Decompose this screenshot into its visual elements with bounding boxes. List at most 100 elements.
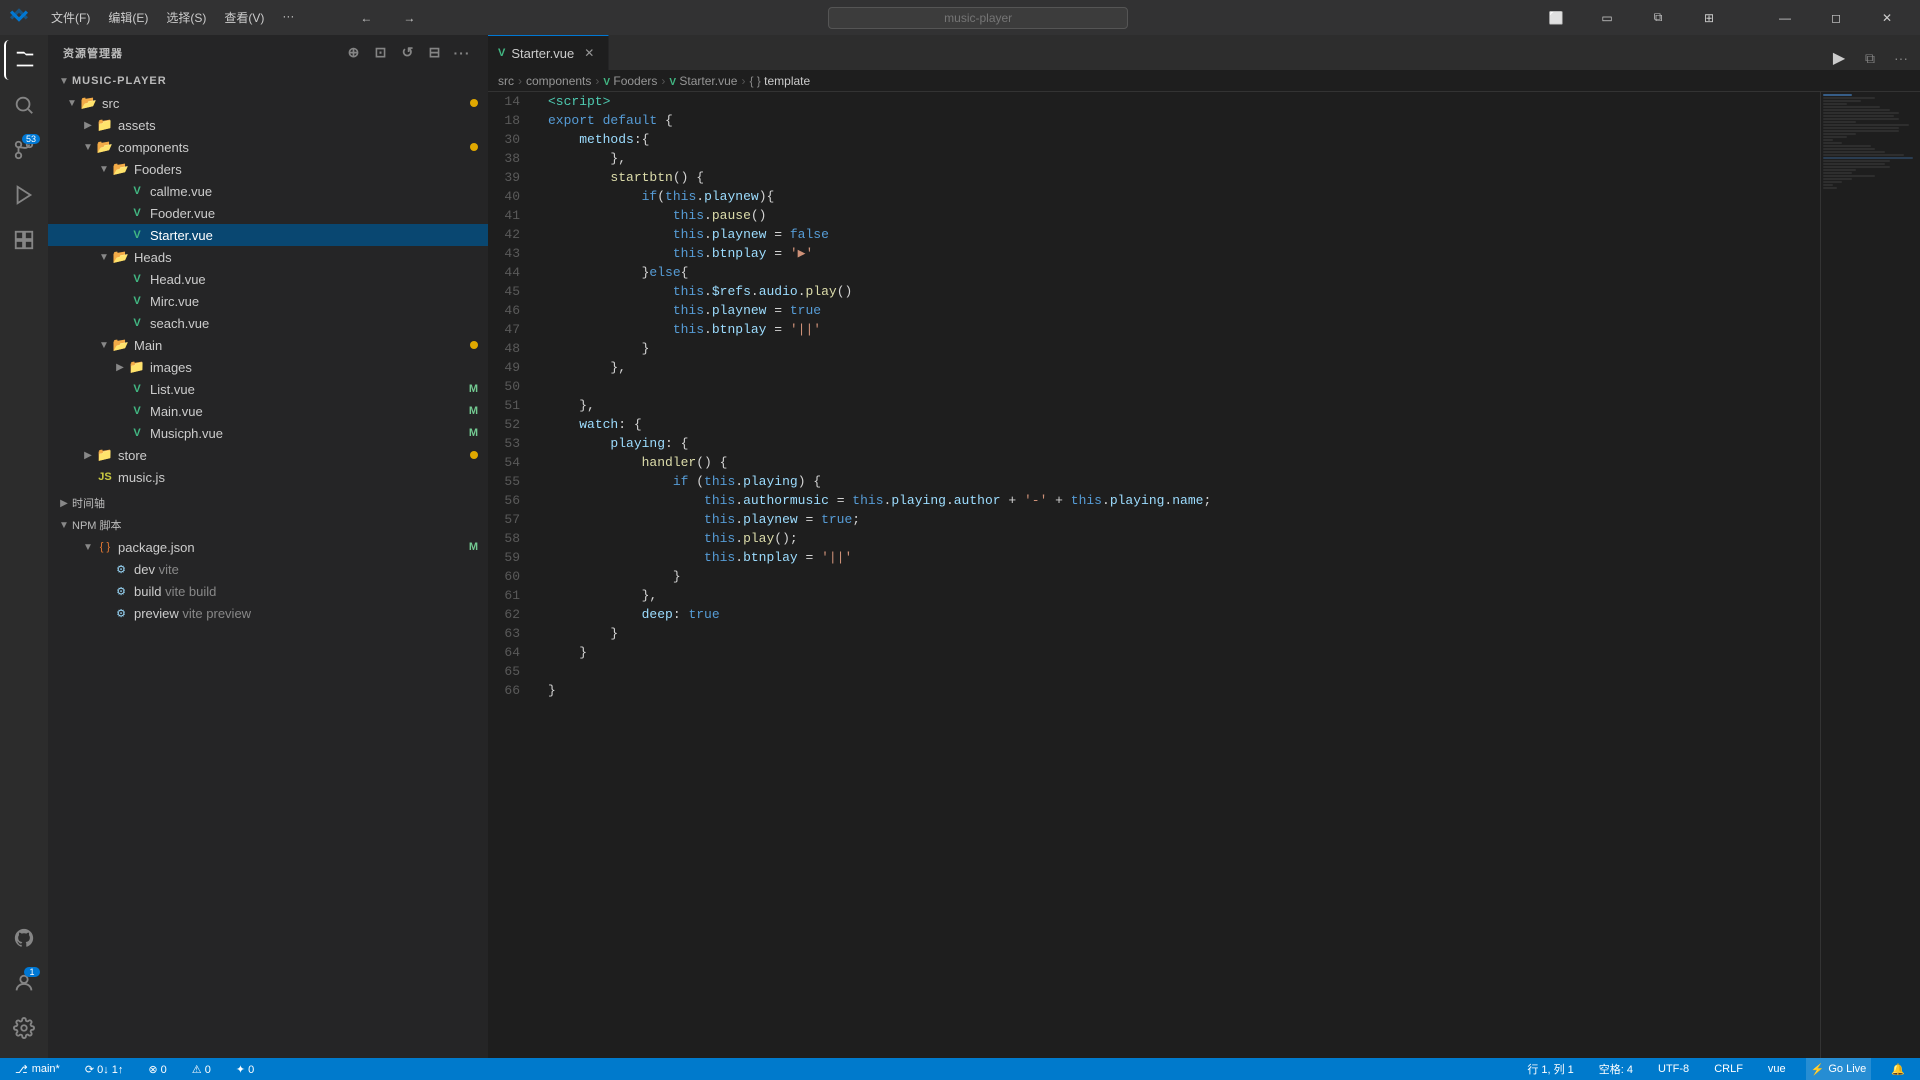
status-language[interactable]: vue xyxy=(1763,1058,1791,1080)
code-token: ; xyxy=(1203,491,1211,510)
tab-close-button[interactable]: ✕ xyxy=(580,44,598,62)
refresh-button[interactable]: ↺ xyxy=(397,42,419,64)
new-file-button[interactable]: ⊕ xyxy=(343,42,365,64)
status-problems[interactable]: ✦ 0 xyxy=(231,1058,259,1080)
sidebar-item-timeline[interactable]: ▶ 时间轴 xyxy=(48,492,488,514)
sidebar-item-fooders[interactable]: ▼ 📂 Fooders xyxy=(48,158,488,180)
sidebar-item-npm-scripts[interactable]: ▼ NPM 脚本 xyxy=(48,514,488,536)
file-tree: ▼ MUSIC-PLAYER ▼ 📂 src ▶ 📁 assets ▼ 📂 co… xyxy=(48,70,488,1058)
tab-label: Starter.vue xyxy=(511,46,574,61)
sidebar-item-list-vue[interactable]: ▶ V List.vue M xyxy=(48,378,488,400)
menu-more[interactable]: ··· xyxy=(274,6,302,29)
code-token: . xyxy=(735,529,743,548)
menu-select[interactable]: 选择(S) xyxy=(158,6,214,29)
code-content[interactable]: <script> export default { methods:{ }, xyxy=(538,92,1820,1058)
breadcrumb-startervue[interactable]: V Starter.vue xyxy=(669,74,737,88)
line-num-58: 58 xyxy=(488,529,528,548)
menu-view[interactable]: 查看(V) xyxy=(216,6,272,29)
new-folder-button[interactable]: ⊡ xyxy=(370,42,392,64)
nav-forward-button[interactable]: → xyxy=(395,8,423,28)
menu-edit[interactable]: 编辑(E) xyxy=(100,6,156,29)
run-code-button[interactable]: ▶ xyxy=(1825,46,1853,70)
status-warnings[interactable]: ⚠ 0 xyxy=(187,1058,216,1080)
sidebar-item-components[interactable]: ▼ 📂 components xyxy=(48,136,488,158)
sidebar-item-heads[interactable]: ▼ 📂 Heads xyxy=(48,246,488,268)
sidebar-item-music-js[interactable]: ▶ JS music.js xyxy=(48,466,488,488)
code-token: = xyxy=(766,320,789,339)
run-debug-activity-button[interactable] xyxy=(4,175,44,215)
sidebar-item-head-vue[interactable]: ▶ V Head.vue xyxy=(48,268,488,290)
sidebar-item-script-preview[interactable]: ▶ ⚙ preview vite preview xyxy=(48,602,488,624)
code-token: } xyxy=(548,567,681,586)
sidebar-item-musicph-vue[interactable]: ▶ V Musicph.vue M xyxy=(48,422,488,444)
breadcrumb-template[interactable]: { } template xyxy=(749,74,810,88)
tab-starter-vue[interactable]: V Starter.vue ✕ xyxy=(488,35,609,70)
search-activity-button[interactable] xyxy=(4,85,44,125)
heads-folder-icon: 📂 xyxy=(112,249,130,265)
status-errors[interactable]: ⊗ 0 xyxy=(143,1058,171,1080)
sidebar-item-package-json[interactable]: ▼ { } package.json M xyxy=(48,536,488,558)
breadcrumb-fooders[interactable]: V Fooders xyxy=(603,74,657,88)
code-token: playing xyxy=(891,491,946,510)
sidebar-item-seach-vue[interactable]: ▶ V seach.vue xyxy=(48,312,488,334)
split-editor-button[interactable]: ⧉ xyxy=(1856,46,1884,70)
close-button[interactable]: ✕ xyxy=(1864,0,1910,35)
code-line-56: this.authormusic = this.playing.author +… xyxy=(548,491,1820,510)
breadcrumb-src[interactable]: src xyxy=(498,74,514,88)
code-token: export xyxy=(548,111,595,130)
status-line-ending[interactable]: CRLF xyxy=(1709,1058,1748,1080)
search-input[interactable] xyxy=(828,7,1128,29)
code-token: . xyxy=(735,472,743,491)
sidebar-item-script-dev[interactable]: ▶ ⚙ dev vite xyxy=(48,558,488,580)
sidebar-item-assets[interactable]: ▶ 📁 assets xyxy=(48,114,488,136)
layout-panel-button[interactable]: ▭ xyxy=(1584,0,1630,35)
status-sync[interactable]: ⟳ 0↓ 1↑ xyxy=(80,1058,129,1080)
layout-custom-button[interactable]: ⊞ xyxy=(1686,0,1732,35)
src-arrow-icon: ▼ xyxy=(64,98,80,109)
sidebar-item-main-folder[interactable]: ▼ 📂 Main xyxy=(48,334,488,356)
code-token: methods xyxy=(579,130,634,149)
more-editor-actions-button[interactable]: ··· xyxy=(1887,46,1915,70)
sidebar-item-mirc-vue[interactable]: ▶ V Mirc.vue xyxy=(48,290,488,312)
sync-icon: ⟳ 0↓ 1↑ xyxy=(85,1063,124,1076)
sidebar-item-main-vue[interactable]: ▶ V Main.vue M xyxy=(48,400,488,422)
sidebar-item-callme-vue[interactable]: ▶ V callme.vue xyxy=(48,180,488,202)
github-activity-button[interactable] xyxy=(4,918,44,958)
sidebar-item-starter-vue[interactable]: ▶ V Starter.vue xyxy=(48,224,488,246)
search-bar[interactable]: 🔍 xyxy=(828,7,1128,29)
sidebar-item-fooder-vue[interactable]: ▶ V Fooder.vue xyxy=(48,202,488,224)
sidebar-item-store[interactable]: ▶ 📁 store xyxy=(48,444,488,466)
sidebar-item-script-build[interactable]: ▶ ⚙ build vite build xyxy=(48,580,488,602)
code-editor: 14 18 30 38 39 40 41 42 43 44 45 46 47 4… xyxy=(488,92,1920,1058)
code-line-60: } xyxy=(548,567,1820,586)
settings-activity-button[interactable] xyxy=(4,1008,44,1048)
sidebar-item-images[interactable]: ▶ 📁 images xyxy=(48,356,488,378)
explorer-activity-button[interactable] xyxy=(4,40,44,80)
minimize-button[interactable]: — xyxy=(1762,0,1808,35)
line-num-59: 59 xyxy=(488,548,528,567)
layout-split-button[interactable]: ⧉ xyxy=(1635,0,1681,35)
breadcrumb-components[interactable]: components xyxy=(526,74,591,88)
sidebar-item-src[interactable]: ▼ 📂 src xyxy=(48,92,488,114)
status-go-live[interactable]: ⚡ Go Live xyxy=(1806,1058,1872,1080)
images-arrow-icon: ▶ xyxy=(112,362,128,373)
accounts-activity-button[interactable]: 1 xyxy=(4,963,44,1003)
nav-back-button[interactable]: ← xyxy=(352,8,380,28)
source-control-activity-button[interactable]: 53 xyxy=(4,130,44,170)
collapse-all-button[interactable]: ⊟ xyxy=(424,42,446,64)
status-notifications[interactable]: 🔔 xyxy=(1886,1058,1910,1080)
list-vue-icon: V xyxy=(128,383,146,395)
menu-file[interactable]: 文件(F) xyxy=(43,6,98,29)
more-actions-button[interactable]: ··· xyxy=(451,42,473,64)
status-position[interactable]: 行 1, 列 1 xyxy=(1522,1058,1578,1080)
code-token: this xyxy=(673,282,704,301)
status-spaces[interactable]: 空格: 4 xyxy=(1594,1058,1638,1080)
components-label: components xyxy=(118,140,465,155)
extensions-activity-button[interactable] xyxy=(4,220,44,260)
layout-sidebar-button[interactable]: ⬜ xyxy=(1533,0,1579,35)
status-branch[interactable]: ⎇ main* xyxy=(10,1058,65,1080)
maximize-button[interactable]: ◻ xyxy=(1813,0,1859,35)
sidebar-item-project[interactable]: ▼ MUSIC-PLAYER xyxy=(48,70,488,92)
code-token: } xyxy=(548,681,556,700)
status-encoding[interactable]: UTF-8 xyxy=(1653,1058,1694,1080)
